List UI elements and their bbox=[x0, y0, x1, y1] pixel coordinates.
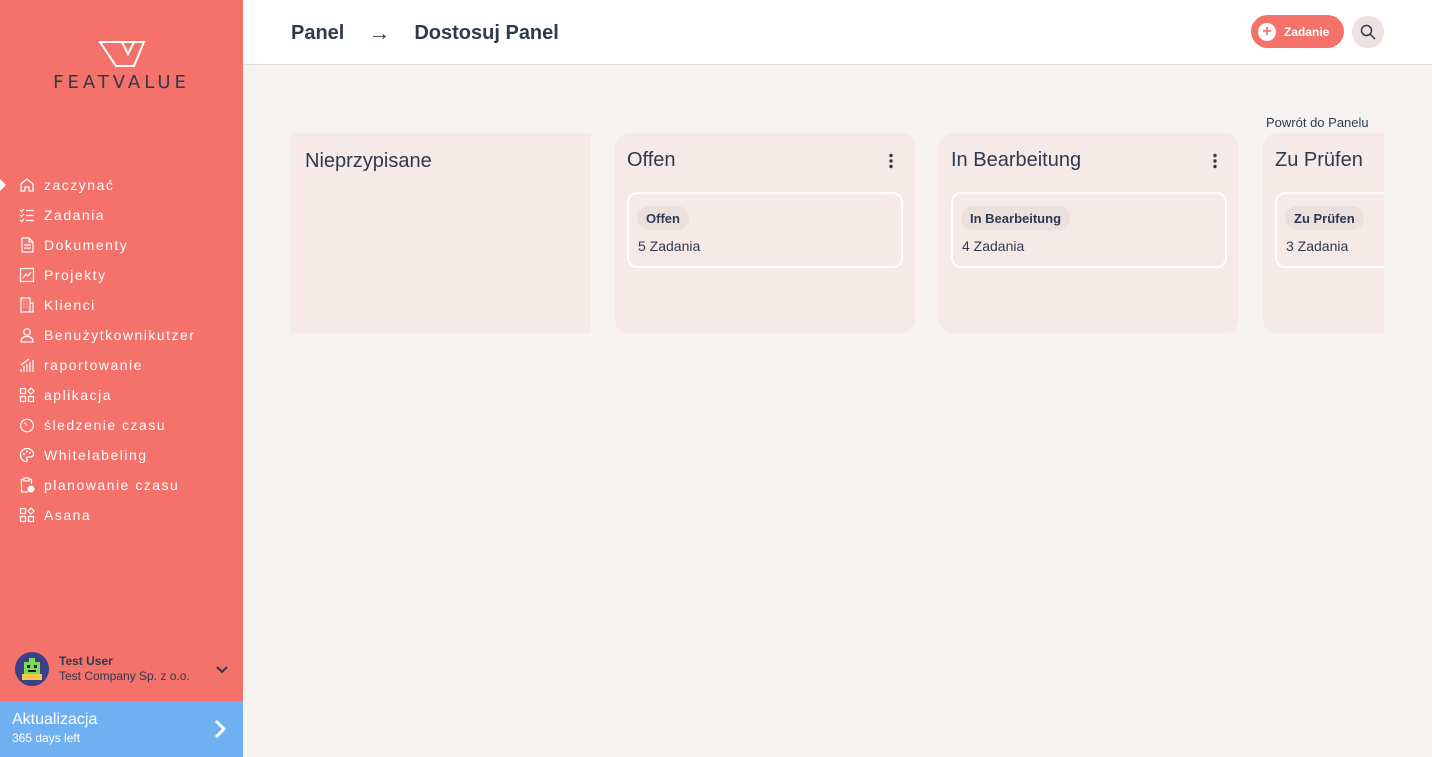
sidebar-item-whitelabeling[interactable]: Whitelabeling bbox=[0, 440, 243, 470]
sidebar-nav: zaczynać Zadania Dokumenty Projekty Klie… bbox=[0, 170, 243, 530]
chart-icon bbox=[18, 356, 36, 374]
upgrade-banner[interactable]: Aktualizacja 365 days left bbox=[0, 701, 243, 757]
chevron-right-icon bbox=[214, 719, 227, 739]
sidebar-item-zaczynac[interactable]: zaczynać bbox=[0, 170, 243, 200]
projects-icon bbox=[18, 266, 36, 284]
sidebar-item-label: Asana bbox=[44, 507, 92, 523]
column-unassigned: Nieprzypisane bbox=[291, 133, 591, 333]
logo[interactable]: FEATVALUE bbox=[0, 40, 243, 93]
sidebar-item-aplikacja[interactable]: aplikacja bbox=[0, 380, 243, 410]
sidebar-item-zadania[interactable]: Zadania bbox=[0, 200, 243, 230]
sidebar-item-klienci[interactable]: Klienci bbox=[0, 290, 243, 320]
task-count: 5 Zadania bbox=[638, 238, 701, 254]
search-icon bbox=[1360, 24, 1376, 40]
sidebar-item-label: Zadania bbox=[44, 207, 106, 223]
apps-icon bbox=[18, 386, 36, 404]
sidebar-item-asana[interactable]: Asana bbox=[0, 500, 243, 530]
add-task-button[interactable]: + Zadanie bbox=[1251, 15, 1344, 48]
status-badge: Offen bbox=[637, 206, 689, 230]
logo-text: FEATVALUE bbox=[53, 72, 190, 93]
search-button[interactable] bbox=[1352, 16, 1384, 48]
top-header: Panel → Dostosuj Panel + Zadanie bbox=[243, 0, 1432, 65]
documents-icon bbox=[18, 236, 36, 254]
column-title: Zu Prüfen bbox=[1275, 149, 1363, 171]
column-in-bearbeitung: In Bearbeitung In Bearbeitung 4 Zadania bbox=[939, 133, 1239, 333]
sidebar: FEATVALUE zaczynać Zadania Dokumenty Pro… bbox=[0, 0, 243, 757]
status-card[interactable]: In Bearbeitung 4 Zadania bbox=[951, 192, 1227, 268]
back-to-panel-link[interactable]: Powrót do Panelu bbox=[1266, 115, 1369, 130]
sidebar-item-label: Whitelabeling bbox=[44, 447, 148, 463]
user-company: Test Company Sp. z o.o. bbox=[59, 669, 190, 683]
timer-icon bbox=[18, 416, 36, 434]
column-menu-icon[interactable] bbox=[885, 152, 897, 170]
building-icon bbox=[18, 296, 36, 314]
user-menu[interactable]: Test User Test Company Sp. z o.o. bbox=[15, 650, 230, 688]
column-title: In Bearbeitung bbox=[951, 149, 1082, 171]
sidebar-item-label: śledzenie czasu bbox=[44, 417, 167, 433]
user-icon bbox=[18, 326, 36, 344]
kanban-board: Nieprzypisane Offen Offen 5 Zadania In B… bbox=[291, 133, 1384, 333]
status-card[interactable]: Offen 5 Zadania bbox=[627, 192, 903, 268]
avatar-pixel-icon bbox=[22, 658, 42, 680]
upgrade-title: Aktualizacja bbox=[12, 711, 98, 728]
column-title: Offen bbox=[627, 149, 676, 171]
plus-icon: + bbox=[1258, 22, 1276, 41]
sidebar-item-users[interactable]: Benużytkownikutzer bbox=[0, 320, 243, 350]
apps-icon bbox=[18, 506, 36, 524]
tasks-icon bbox=[18, 206, 36, 224]
column-menu-icon[interactable] bbox=[1209, 152, 1221, 170]
sidebar-item-projekty[interactable]: Projekty bbox=[0, 260, 243, 290]
column-title: Nieprzypisane bbox=[305, 150, 432, 172]
palette-icon bbox=[18, 446, 36, 464]
breadcrumb-root[interactable]: Panel bbox=[291, 22, 344, 45]
sidebar-item-label: Projekty bbox=[44, 267, 107, 283]
upgrade-days-left: 365 days left bbox=[12, 731, 81, 745]
sidebar-item-label: Benużytkownikutzer bbox=[44, 327, 196, 343]
avatar bbox=[15, 652, 49, 686]
sidebar-item-label: zaczynać bbox=[44, 177, 115, 193]
chevron-down-icon[interactable] bbox=[214, 661, 230, 677]
status-badge: Zu Prüfen bbox=[1285, 206, 1364, 230]
logo-mark-icon bbox=[97, 41, 145, 67]
breadcrumb: Panel → Dostosuj Panel bbox=[291, 20, 559, 46]
breadcrumb-arrow-icon: → bbox=[368, 20, 391, 45]
task-count: 3 Zadania bbox=[1286, 238, 1349, 254]
status-card[interactable]: Zu Prüfen 3 Zadania bbox=[1275, 192, 1384, 268]
sidebar-item-label: Dokumenty bbox=[44, 237, 129, 253]
sidebar-item-label: planowanie czasu bbox=[44, 477, 180, 493]
sidebar-item-raportowanie[interactable]: raportowanie bbox=[0, 350, 243, 380]
clipboard-clock-icon bbox=[18, 476, 36, 494]
sidebar-item-time-tracking[interactable]: śledzenie czasu bbox=[0, 410, 243, 440]
sidebar-item-dokumenty[interactable]: Dokumenty bbox=[0, 230, 243, 260]
status-badge: In Bearbeitung bbox=[961, 206, 1071, 230]
user-name: Test User bbox=[59, 654, 113, 668]
task-count: 4 Zadania bbox=[962, 238, 1025, 254]
home-icon bbox=[18, 176, 36, 194]
add-task-label: Zadanie bbox=[1284, 24, 1330, 39]
sidebar-item-time-planning[interactable]: planowanie czasu bbox=[0, 470, 243, 500]
sidebar-item-label: raportowanie bbox=[44, 357, 143, 373]
sidebar-item-label: Klienci bbox=[44, 297, 96, 313]
column-offen: Offen Offen 5 Zadania bbox=[615, 133, 915, 333]
column-zu-pruefen: Zu Prüfen Zu Prüfen 3 Zadania bbox=[1263, 133, 1384, 333]
breadcrumb-current: Dostosuj Panel bbox=[414, 21, 559, 44]
sidebar-item-label: aplikacja bbox=[44, 387, 112, 403]
